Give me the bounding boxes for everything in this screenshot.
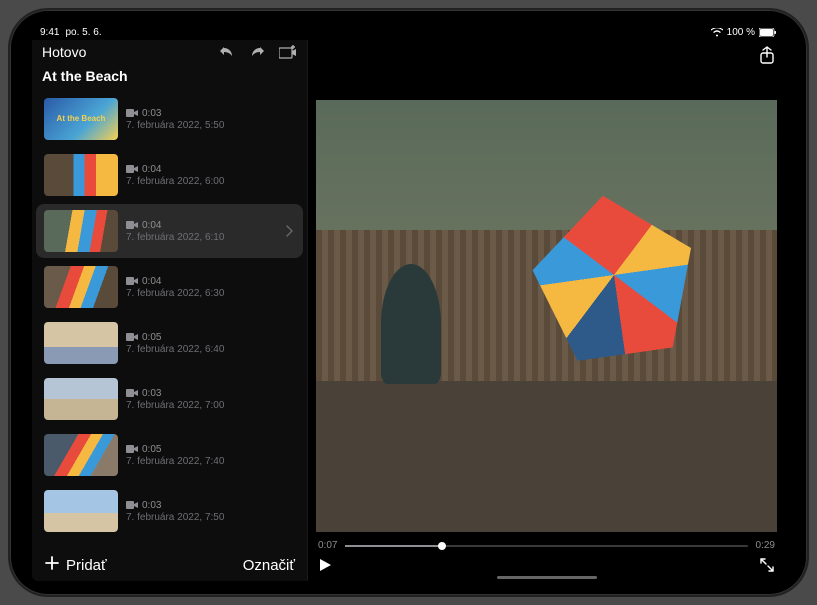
clip-info: 0:057. februára 2022, 7:40 [126,444,295,467]
clip-thumbnail: At the Beach [44,98,118,140]
clip-info: 0:037. februára 2022, 5:50 [126,108,295,131]
video-icon [126,500,138,510]
add-button[interactable]: Pridať [44,555,107,575]
media-add-icon[interactable] [279,45,297,59]
sidebar: Hotovo At the Beach At the B [32,40,308,581]
clip-duration: 0:05 [142,332,161,343]
mark-button[interactable]: Označiť [243,557,295,574]
video-icon [126,444,138,454]
clip-info: 0:047. februára 2022, 6:30 [126,276,295,299]
clip-date: 7. februára 2022, 5:50 [126,120,295,131]
clip-list: At the Beach0:037. februára 2022, 5:500:… [32,92,307,545]
clip-date: 7. februára 2022, 6:00 [126,176,295,187]
clip-item[interactable]: 0:037. februára 2022, 7:00 [36,372,303,426]
home-indicator[interactable] [497,576,597,579]
clip-duration: 0:05 [142,444,161,455]
plus-icon [44,555,60,575]
clip-info: 0:037. februára 2022, 7:50 [126,500,295,523]
redo-icon[interactable] [249,45,265,59]
clip-thumbnail [44,490,118,532]
battery-icon [759,28,777,37]
sidebar-header: Hotovo [32,40,307,68]
status-bar: 9:41 po. 5. 6. 100 % [32,24,785,40]
clip-duration: 0:03 [142,108,161,119]
clip-duration: 0:04 [142,164,161,175]
clip-info: 0:047. februára 2022, 6:00 [126,164,295,187]
clip-item[interactable]: 0:057. februára 2022, 7:40 [36,428,303,482]
clip-date: 7. februára 2022, 6:40 [126,344,295,355]
clip-date: 7. februára 2022, 7:40 [126,456,295,467]
clip-thumbnail [44,378,118,420]
clip-thumbnail [44,154,118,196]
video-icon [126,332,138,342]
sidebar-footer: Pridať Označiť [32,545,307,581]
screen: 9:41 po. 5. 6. 100 % Hotovo [32,24,785,581]
clip-date: 7. februára 2022, 7:00 [126,400,295,411]
clip-thumbnail [44,322,118,364]
time-current: 0:07 [318,540,337,551]
add-label: Pridať [66,557,107,574]
clip-duration: 0:03 [142,500,161,511]
time-total: 0:29 [756,540,775,551]
play-button[interactable] [318,558,332,572]
video-icon [126,164,138,174]
clip-item[interactable]: 0:047. februára 2022, 6:10 [36,204,303,258]
clip-date: 7. februára 2022, 7:50 [126,512,295,523]
status-battery-text: 100 % [727,27,755,38]
clip-duration: 0:03 [142,388,161,399]
clip-item[interactable]: At the Beach 0:037. februára 2022, 5:50 [36,92,303,146]
timeline[interactable]: 0:07 0:29 [308,536,785,553]
share-icon[interactable] [759,46,775,64]
fullscreen-button[interactable] [759,557,775,573]
clip-duration: 0:04 [142,220,161,231]
clip-info: 0:047. februára 2022, 6:10 [126,220,295,243]
clip-thumbnail [44,210,118,252]
video-icon [126,276,138,286]
video-icon [126,388,138,398]
clip-thumbnail [44,266,118,308]
clip-item[interactable]: 0:047. februára 2022, 6:30 [36,260,303,314]
done-button[interactable]: Hotovo [42,44,86,60]
clip-item[interactable]: 0:037. februára 2022, 7:50 [36,484,303,538]
project-title: At the Beach [32,68,307,92]
clip-info: 0:057. februára 2022, 6:40 [126,332,295,355]
status-time: 9:41 [40,27,59,38]
clip-item[interactable]: 0:057. februára 2022, 6:40 [36,316,303,370]
video-icon [126,220,138,230]
undo-icon[interactable] [219,45,235,59]
clip-date: 7. februára 2022, 6:10 [126,232,295,243]
preview-video[interactable] [316,100,777,532]
video-icon [126,108,138,118]
preview-pane: 0:07 0:29 [308,40,785,581]
ipad-frame: 9:41 po. 5. 6. 100 % Hotovo [10,10,807,595]
timeline-track[interactable] [345,545,747,547]
wifi-icon [711,28,723,37]
clip-date: 7. februára 2022, 6:30 [126,288,295,299]
clip-info: 0:037. februára 2022, 7:00 [126,388,295,411]
chevron-right-icon [285,225,293,237]
status-date: po. 5. 6. [65,27,101,38]
clip-duration: 0:04 [142,276,161,287]
clip-thumbnail [44,434,118,476]
clip-item[interactable]: 0:047. februára 2022, 6:00 [36,148,303,202]
